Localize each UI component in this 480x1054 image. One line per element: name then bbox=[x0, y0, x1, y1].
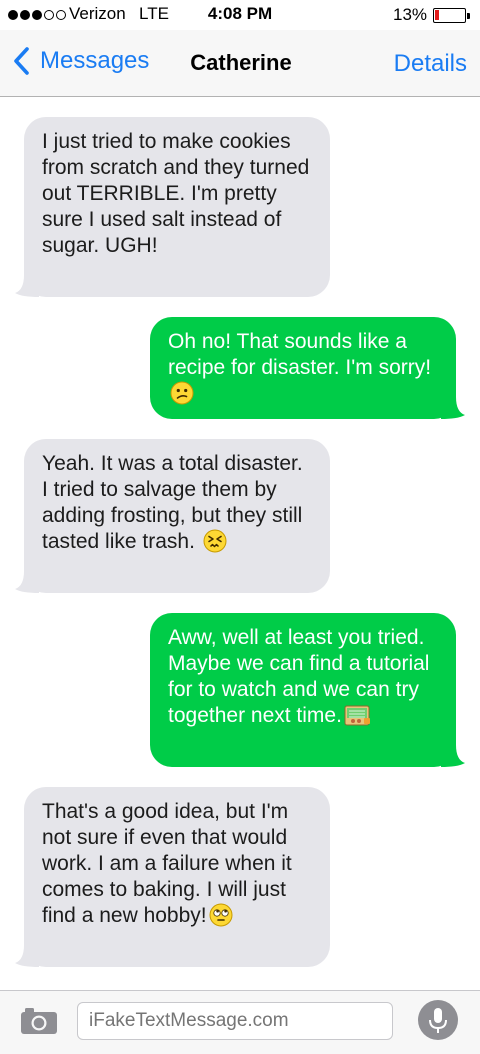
bubble-tail bbox=[15, 275, 39, 297]
message-bubble-received[interactable]: I just tried to make cookies from scratc… bbox=[15, 117, 330, 297]
status-bar: Verizon LTE 4:08 PM 13% bbox=[0, 0, 480, 30]
camera-button[interactable] bbox=[19, 1006, 59, 1036]
camera-icon bbox=[21, 1008, 57, 1034]
bubble-tail bbox=[15, 945, 39, 967]
details-button[interactable]: Details bbox=[394, 50, 467, 78]
nav-bar: Messages Catherine Details bbox=[0, 30, 480, 97]
message-text: I just tried to make cookies from scratc… bbox=[42, 130, 310, 257]
message-bubble-received[interactable]: That's a good idea, but I'm not sure if … bbox=[15, 787, 330, 967]
bubble-tail bbox=[15, 571, 39, 593]
message-text: Yeah. It was a total disaster. I tried t… bbox=[42, 452, 303, 553]
message-text: Oh no! That sounds like a recipe for dis… bbox=[168, 330, 432, 379]
battery-icon bbox=[433, 8, 470, 23]
message-bubble-received[interactable]: Yeah. It was a total disaster. I tried t… bbox=[15, 439, 330, 593]
message-text: That's a good idea, but I'm not sure if … bbox=[42, 800, 292, 927]
battery-tip bbox=[467, 12, 470, 19]
cookbook-icon bbox=[344, 703, 372, 734]
battery-percent: 13% bbox=[393, 5, 428, 24]
bubble-tail bbox=[441, 745, 465, 767]
message-input-bar bbox=[0, 990, 480, 1054]
message-input[interactable] bbox=[77, 1002, 393, 1040]
bubble-tail bbox=[441, 397, 465, 419]
message-bubble-sent[interactable]: Oh no! That sounds like a recipe for dis… bbox=[150, 317, 465, 419]
persevering-face-icon bbox=[203, 529, 227, 560]
confused-face-icon bbox=[170, 381, 194, 412]
microphone-icon bbox=[429, 1008, 447, 1033]
microphone-button[interactable] bbox=[418, 1000, 458, 1040]
message-text: Aww, well at least you tried. Maybe we c… bbox=[168, 626, 430, 727]
battery-fill bbox=[435, 10, 439, 20]
message-bubble-sent[interactable]: Aww, well at least you tried. Maybe we c… bbox=[150, 613, 465, 767]
rolling-eyes-icon bbox=[209, 903, 233, 934]
